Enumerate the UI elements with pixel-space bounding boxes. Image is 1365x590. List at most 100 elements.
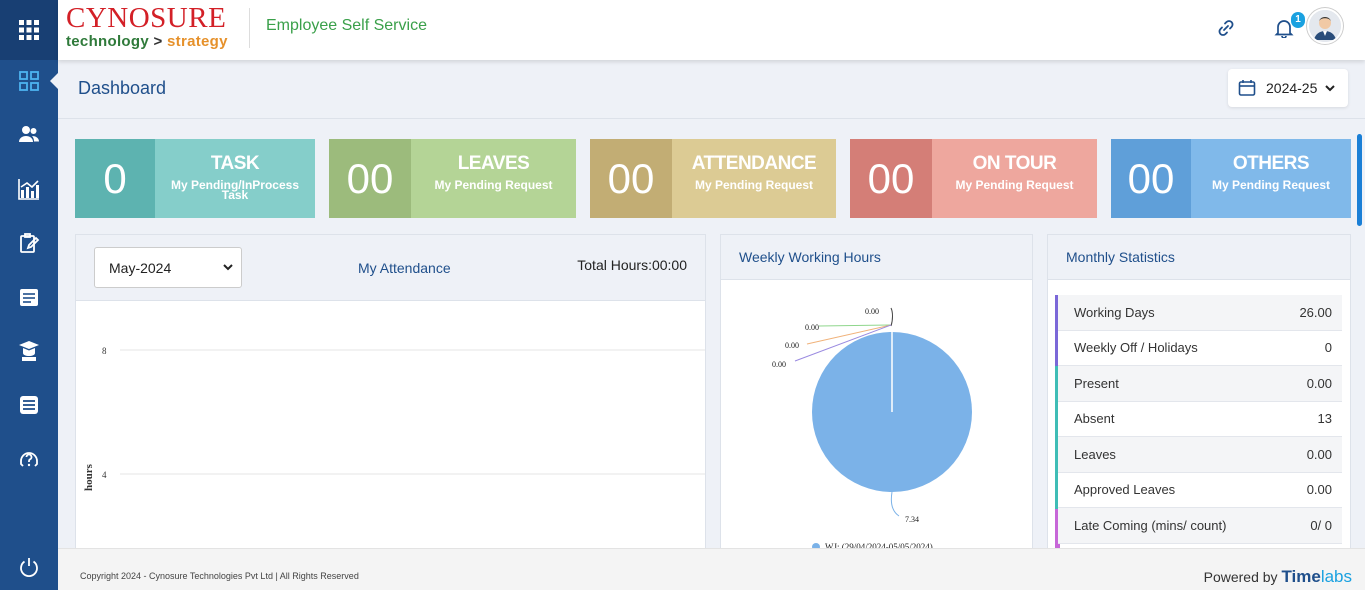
task-count: 0: [75, 139, 155, 218]
stat-value: 0/ 0: [1310, 517, 1332, 533]
sidebar-item-analytics[interactable]: [0, 171, 58, 207]
stat-row-absent: Absent 13: [1058, 401, 1342, 437]
stat-value: 0.00: [1306, 482, 1332, 498]
task-card[interactable]: 0 TASK My Pending/InProcess Task: [75, 139, 315, 218]
brand-labs: labs: [1320, 567, 1352, 586]
attendance-chart: 8 4 hours: [83, 346, 705, 491]
stat-value: 0: [1324, 340, 1332, 356]
total-hours: Total Hours:00:00: [577, 257, 687, 273]
attendance-panel-header: May-2024 My Attendance Total Hours:00:00: [76, 235, 705, 301]
sidebar-item-training[interactable]: [0, 333, 58, 369]
avatar[interactable]: [1307, 8, 1343, 44]
dashboard-icon: [19, 71, 39, 91]
y-axis-label: hours: [83, 463, 95, 491]
financial-year-value: 2024-25: [1266, 80, 1318, 96]
task-title: TASK: [210, 153, 260, 174]
brand-time: Time: [1281, 567, 1321, 586]
leader-line-1: [890, 307, 893, 327]
sidebar-item-people[interactable]: [0, 116, 58, 152]
page-title: Dashboard: [78, 78, 167, 98]
link-button[interactable]: [1214, 16, 1238, 40]
stat-label: Approved Leaves: [1074, 482, 1176, 498]
weekly-pie-chart: 0.00 0.00 0.00 0.00 7.34 WJ: (29/04/2024…: [772, 307, 972, 552]
stat-row-approved-leaves: Approved Leaves 0.00: [1058, 472, 1342, 508]
notification-badge: 1: [1291, 12, 1305, 28]
weekly-hours-header: Weekly Working Hours: [721, 235, 1032, 280]
stat-row-late-coming: Late Coming (mins/ count) 0/ 0: [1058, 508, 1342, 544]
logo-tech: technology: [66, 33, 150, 50]
pie-label-1: 0.00: [805, 323, 819, 332]
month-select[interactable]: May-2024: [94, 247, 242, 288]
leaves-count: 00: [329, 139, 411, 218]
sidebar-item-help[interactable]: [0, 441, 58, 477]
stat-label: Absent: [1074, 411, 1115, 427]
title-divider: [58, 118, 1365, 119]
on-tour-card[interactable]: 00 ON TOUR My Pending Request: [850, 139, 1097, 218]
clipboard-edit-icon: [20, 233, 40, 253]
monthly-stats-panel: Monthly Statistics Working Days 26.00 We…: [1047, 234, 1351, 554]
apps-grid-icon: [19, 20, 39, 40]
sidebar-item-documents[interactable]: [0, 387, 58, 423]
powered-by: Powered by Timelabs: [1204, 567, 1352, 587]
app-title: Employee Self Service: [266, 17, 427, 34]
stat-label: Late Coming (mins/ count): [1074, 517, 1227, 533]
stat-row-leaves: Leaves 0.00: [1058, 437, 1342, 473]
stat-value: 26.00: [1299, 304, 1332, 320]
weekly-hours-panel: Weekly Working Hours 0.00 0.00 0.00 0.00…: [720, 234, 1033, 554]
apps-grid-button[interactable]: [0, 0, 58, 60]
y-tick-8: 8: [102, 346, 107, 356]
others-title: OTHERS: [1232, 153, 1310, 174]
on-tour-count: 00: [850, 139, 932, 218]
footer: Copyright 2024 - Cynosure Technologies P…: [58, 548, 1365, 590]
others-subtitle: My Pending Request: [1211, 178, 1330, 192]
sidebar-item-tasks[interactable]: [0, 225, 58, 261]
stat-label: Leaves: [1074, 446, 1116, 462]
monthly-stats-title: Monthly Statistics: [1066, 249, 1175, 265]
top-header: CYNOSURE technology > strategy Employee …: [58, 0, 1365, 60]
financial-year-select[interactable]: 2024-25: [1228, 69, 1348, 107]
page-scrollbar[interactable]: [1357, 134, 1362, 226]
sidebar-item-records[interactable]: [0, 279, 58, 315]
logo-wordmark: CYNOSURE: [66, 2, 227, 34]
others-card[interactable]: 00 OTHERS My Pending Request: [1111, 139, 1351, 218]
pie-label-0: 0.00: [865, 307, 879, 316]
calendar-icon: [1238, 80, 1256, 96]
pie-label-4: 7.34: [905, 515, 919, 524]
logo-strategy: strategy: [167, 33, 228, 50]
id-card-icon: [20, 289, 38, 306]
list-document-icon: [20, 396, 38, 414]
stat-label: Working Days: [1074, 304, 1155, 320]
leaves-title: LEAVES: [457, 153, 530, 174]
pie-label-2: 0.00: [785, 341, 799, 350]
on-tour-title: ON TOUR: [972, 153, 1057, 174]
monthly-stats-header: Monthly Statistics: [1048, 235, 1350, 280]
month-select-value: May-2024: [109, 259, 172, 276]
help-icon: [20, 452, 38, 467]
stat-row-present: Present 0.00: [1058, 366, 1342, 402]
power-icon: [20, 558, 38, 578]
graduation-icon: [19, 341, 39, 361]
on-tour-subtitle: My Pending Request: [955, 178, 1074, 192]
timelabs-logo[interactable]: Timelabs: [1281, 567, 1352, 586]
stat-label: Present: [1074, 375, 1119, 391]
leader-line-2: [818, 324, 892, 327]
sidebar-item-dashboard[interactable]: [0, 63, 58, 99]
weekly-hours-title: Weekly Working Hours: [739, 249, 881, 265]
sidebar: [0, 0, 59, 590]
company-logo[interactable]: CYNOSURE technology > strategy: [66, 2, 242, 51]
stat-value: 13: [1317, 411, 1332, 427]
copyright-text: Copyright 2024 - Cynosure Technologies P…: [80, 571, 359, 581]
chevron-down-icon: [1325, 85, 1336, 92]
link-icon: [1218, 20, 1234, 36]
leaves-card[interactable]: 00 LEAVES My Pending Request: [329, 139, 576, 218]
powered-by-label: Powered by: [1203, 569, 1278, 585]
logout-button[interactable]: [0, 549, 58, 585]
logo-separator: >: [153, 33, 163, 50]
attendance-card[interactable]: 00 ATTENDANCE My Pending Request: [590, 139, 836, 218]
analytics-icon: [18, 179, 39, 200]
attendance-subtitle: My Pending Request: [694, 178, 813, 192]
stat-row-weekly-off: Weekly Off / Holidays 0: [1058, 330, 1342, 366]
others-count: 00: [1111, 139, 1191, 218]
attendance-title: My Attendance: [358, 260, 451, 276]
attendance-title: ATTENDANCE: [691, 153, 817, 174]
